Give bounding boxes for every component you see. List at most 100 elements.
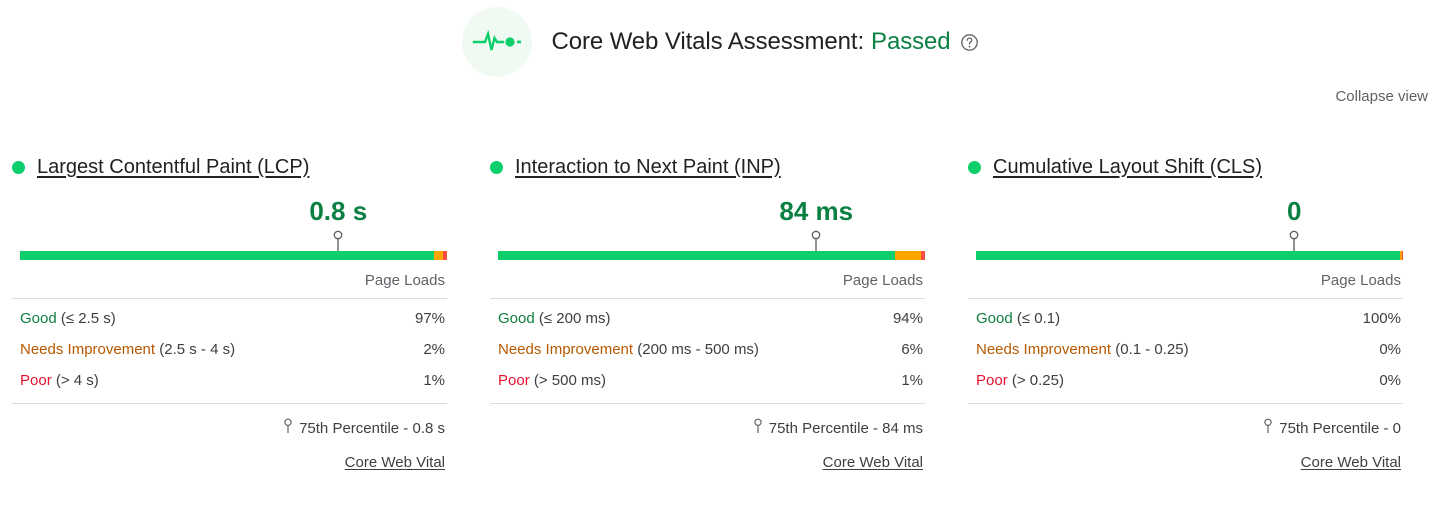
bucket-label: Needs Improvement (2.5 s - 4 s) [20, 341, 235, 358]
metric-gauge: 84 ms [490, 196, 925, 266]
bucket-name: Good [20, 310, 57, 327]
core-web-vital-footer: Core Web Vital [968, 454, 1403, 471]
table-row: Good (≤ 200 ms) 94% [490, 303, 925, 334]
bar-segment-poor [442, 251, 447, 260]
bucket-percent: 1% [423, 372, 445, 389]
metric-header: Interaction to Next Paint (INP) [490, 152, 925, 182]
table-row: Needs Improvement (0.1 - 0.25) 0% [968, 334, 1403, 365]
bucket-range: (> 500 ms) [529, 372, 606, 389]
metric-card-1: Interaction to Next Paint (INP) 84 ms Pa… [490, 152, 925, 471]
percentile-text: 75th Percentile - 84 ms [768, 419, 923, 437]
metric-title-link[interactable]: Interaction to Next Paint (INP) [515, 156, 781, 179]
bucket-name: Poor [498, 372, 530, 389]
bucket-percent: 2% [423, 341, 445, 358]
bar-segment-good [976, 251, 1401, 260]
bucket-range: (≤ 2.5 s) [56, 310, 116, 327]
bar-segment-good [498, 251, 896, 260]
metric-value: 84 ms [779, 196, 854, 226]
distribution-table: Page Loads Good (≤ 200 ms) 94% Needs Impro… [490, 272, 925, 471]
bucket-percent: 1% [901, 372, 923, 389]
bucket-name: Poor [20, 372, 52, 389]
metric-header: Cumulative Layout Shift (CLS) [968, 152, 1403, 182]
table-row: Needs Improvement (2.5 s - 4 s) 2% [12, 334, 447, 365]
bucket-percent: 100% [1362, 310, 1401, 327]
metric-card-2: Cumulative Layout Shift (CLS) 0 Page Loa… [968, 152, 1403, 471]
bucket-percent: 0% [1379, 341, 1401, 358]
bar-segment-poor [1401, 251, 1403, 260]
bucket-range: (200 ms - 500 ms) [633, 341, 759, 358]
bucket-label: Poor (> 500 ms) [498, 372, 606, 389]
bucket-percent: 6% [901, 341, 923, 358]
assessment-verdict: Passed [871, 28, 951, 55]
bucket-label: Good (≤ 2.5 s) [20, 310, 116, 327]
distribution-table: Page Loads Good (≤ 0.1) 100% Needs Improve… [968, 272, 1403, 471]
metric-header: Largest Contentful Paint (LCP) [12, 152, 447, 182]
table-row: Poor (> 500 ms) 1% [490, 365, 925, 396]
table-column-header: Page Loads [842, 272, 923, 289]
pin-marker-icon [1263, 418, 1273, 438]
bucket-label: Needs Improvement (0.1 - 0.25) [976, 341, 1189, 358]
assessment-header: Core Web Vitals Assessment: Passed [0, 0, 1440, 77]
bucket-range: (> 0.25) [1007, 372, 1064, 389]
bucket-percent: 97% [414, 310, 445, 327]
bucket-name: Poor [976, 372, 1008, 389]
bucket-name: Needs Improvement [976, 341, 1112, 358]
table-row: Good (≤ 0.1) 100% [968, 303, 1403, 334]
bucket-label: Good (≤ 0.1) [976, 310, 1060, 327]
metrics-grid: Largest Contentful Paint (LCP) 0.8 s Pag… [0, 152, 1440, 471]
table-rows: Good (≤ 0.1) 100% Needs Improvement (0.1 -… [968, 298, 1403, 396]
core-web-vital-footer: Core Web Vital [12, 454, 447, 471]
table-row: Poor (> 0.25) 0% [968, 365, 1403, 396]
percentile-text: 75th Percentile - 0 [1279, 419, 1401, 437]
bucket-range: (≤ 200 ms) [534, 310, 611, 327]
percentile-footer: 75th Percentile - 0.8 s [12, 403, 447, 438]
core-web-vital-footer: Core Web Vital [490, 454, 925, 471]
assessment-title-text: Core Web Vitals Assessment: [551, 28, 865, 55]
page-title: Core Web Vitals Assessment: Passed [552, 28, 979, 56]
core-web-vital-link[interactable]: Core Web Vital [823, 454, 923, 471]
bucket-range: (2.5 s - 4 s) [155, 341, 236, 358]
core-web-vital-link[interactable]: Core Web Vital [345, 454, 445, 471]
metric-gauge: 0 [968, 196, 1403, 266]
metric-title-link[interactable]: Largest Contentful Paint (LCP) [37, 156, 309, 179]
metric-title-link[interactable]: Cumulative Layout Shift (CLS) [993, 156, 1262, 179]
metric-value: 0.8 s [309, 196, 368, 226]
pin-marker-icon [283, 418, 293, 438]
bar-segment-poor [920, 251, 925, 260]
bucket-range: (0.1 - 0.25) [1111, 341, 1189, 358]
distribution-bar [976, 251, 1403, 260]
bucket-percent: 94% [892, 310, 923, 327]
collapse-view-row: Collapse view [1335, 88, 1428, 106]
bucket-label: Good (≤ 200 ms) [498, 310, 610, 327]
bucket-label: Poor (> 0.25) [976, 372, 1064, 389]
distribution-bar [20, 251, 447, 260]
percentile-text: 75th Percentile - 0.8 s [299, 419, 445, 437]
metric-card-0: Largest Contentful Paint (LCP) 0.8 s Pag… [12, 152, 447, 471]
bar-segment-needs-improvement [434, 251, 443, 260]
core-web-vitals-panel: Core Web Vitals Assessment: Passed Colla… [0, 0, 1440, 506]
core-web-vital-link[interactable]: Core Web Vital [1301, 454, 1401, 471]
status-dot [490, 160, 503, 174]
distribution-bar [498, 251, 925, 260]
table-rows: Good (≤ 200 ms) 94% Needs Improvement (200… [490, 298, 925, 396]
bucket-label: Poor (> 4 s) [20, 372, 99, 389]
metric-gauge: 0.8 s [12, 196, 447, 266]
table-column-header: Page Loads [364, 272, 445, 289]
table-rows: Good (≤ 2.5 s) 97% Needs Improvement (2.5 … [12, 298, 447, 396]
percentile-footer: 75th Percentile - 84 ms [490, 403, 925, 438]
collapse-view-link[interactable]: Collapse view [1335, 88, 1428, 105]
bucket-label: Needs Improvement (200 ms - 500 ms) [498, 341, 759, 358]
bucket-name: Needs Improvement [20, 341, 156, 358]
help-circle-icon[interactable] [960, 33, 979, 52]
table-row: Good (≤ 2.5 s) 97% [12, 303, 447, 334]
bucket-name: Needs Improvement [498, 341, 634, 358]
status-dot [968, 160, 981, 174]
pulse-icon [461, 7, 532, 77]
table-column-header: Page Loads [1320, 272, 1401, 289]
table-row: Poor (> 4 s) 1% [12, 365, 447, 396]
bucket-range: (> 4 s) [51, 372, 99, 389]
bar-segment-needs-improvement [895, 251, 921, 260]
percentile-footer: 75th Percentile - 0 [968, 403, 1403, 438]
bucket-percent: 0% [1379, 372, 1401, 389]
bucket-range: (≤ 0.1) [1012, 310, 1061, 327]
